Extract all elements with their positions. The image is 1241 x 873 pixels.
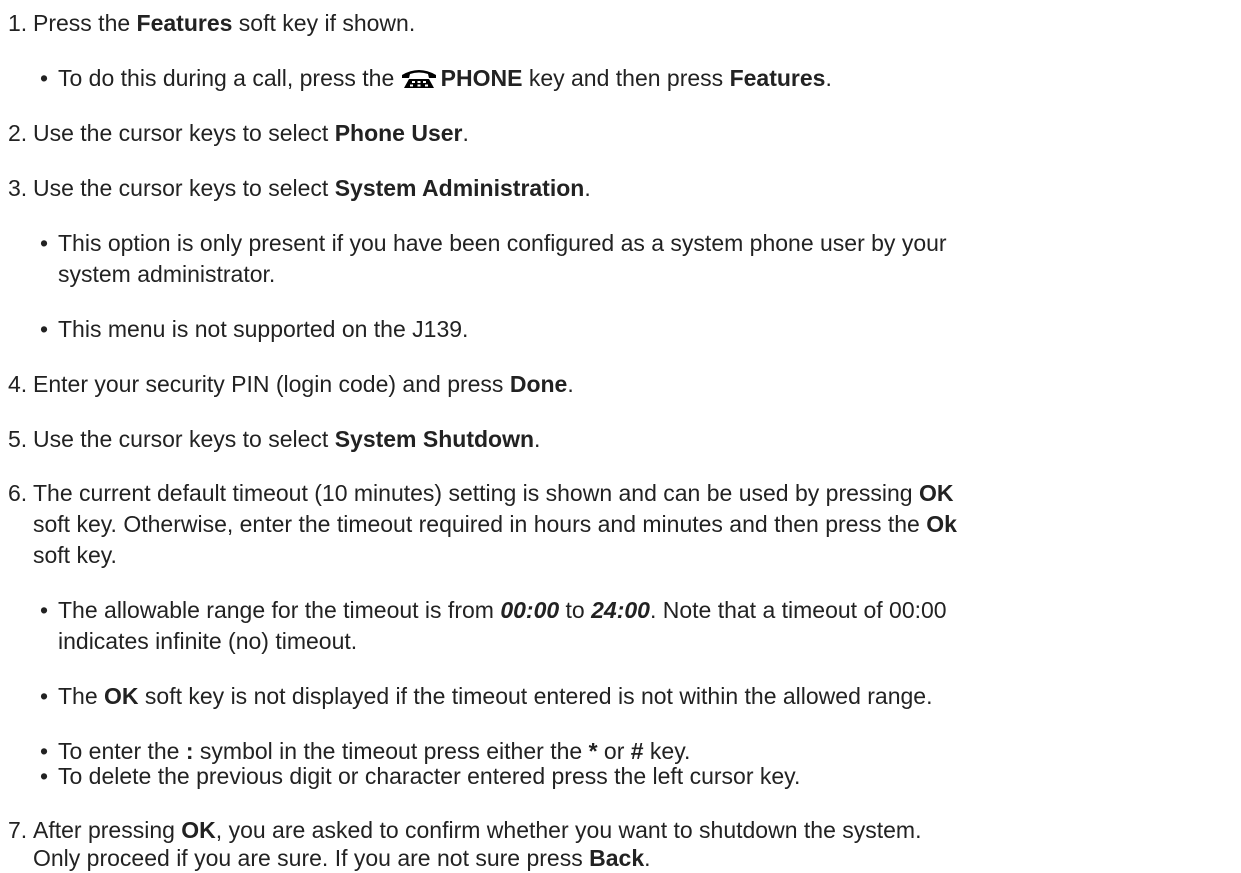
step-text: Use the cursor keys to select System Shu…	[33, 426, 541, 452]
step-number: 7.	[8, 817, 28, 843]
bullet-text: This option is only present if you have …	[58, 230, 947, 256]
bullet: •	[40, 683, 49, 709]
step-text-continued: Only proceed if you are sure. If you are…	[33, 845, 651, 871]
step-number: 1.	[8, 10, 28, 36]
step-text: Press the Features soft key if shown.	[33, 10, 416, 36]
step-number: 2.	[8, 120, 28, 146]
step-number: 3.	[8, 175, 28, 201]
step-number: 4.	[8, 371, 28, 397]
bullet: •	[40, 65, 49, 91]
bullet-text: The OK soft key is not displayed if the …	[58, 683, 933, 709]
step-text: Use the cursor keys to select Phone User…	[33, 120, 469, 146]
bullet-text: To delete the previous digit or characte…	[58, 763, 801, 789]
bullet: •	[40, 316, 49, 342]
phone-icon	[401, 66, 437, 88]
bullet: •	[40, 597, 49, 623]
bullet-text-continued: indicates infinite (no) timeout.	[58, 628, 358, 654]
step-text-continued: soft key.	[33, 542, 117, 568]
step-text-continued: soft key. Otherwise, enter the timeout r…	[33, 511, 957, 537]
step-text: After pressing OK, you are asked to conf…	[33, 817, 922, 843]
step-text: Use the cursor keys to select System Adm…	[33, 175, 591, 201]
step-text: Enter your security PIN (login code) and…	[33, 371, 574, 397]
step-number: 5.	[8, 426, 28, 452]
step-text: The current default timeout (10 minutes)…	[33, 480, 954, 506]
bullet-text: The allowable range for the timeout is f…	[58, 597, 947, 623]
bullet-text: To do this during a call, press the PHON…	[58, 65, 832, 91]
bullet: •	[40, 230, 49, 256]
bullet: •	[40, 763, 49, 789]
bullet-text-continued: system administrator.	[58, 261, 276, 287]
bullet-text: This menu is not supported on the J139.	[58, 316, 469, 342]
step-number: 6.	[8, 480, 28, 506]
